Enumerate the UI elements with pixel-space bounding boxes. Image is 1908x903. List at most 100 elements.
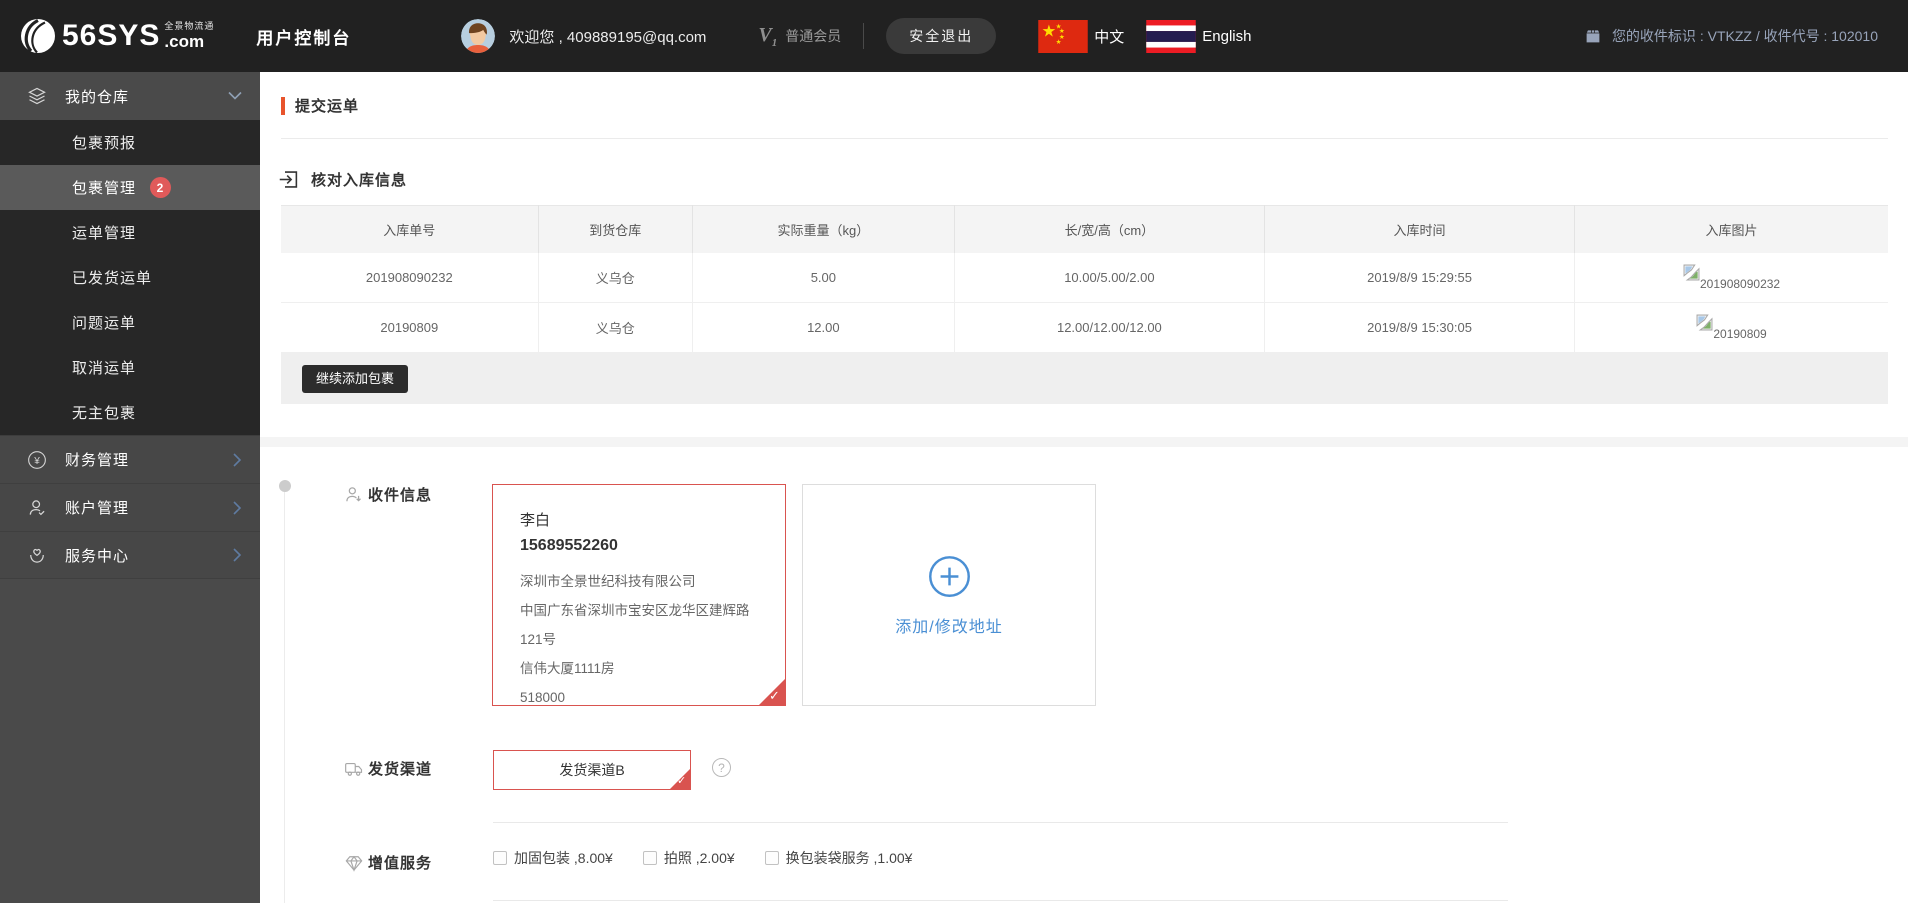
svg-text:★: ★ (1042, 22, 1057, 40)
heart-in-hands-icon (30, 548, 44, 563)
title-divider (281, 138, 1888, 139)
sidebar-item-my-warehouse[interactable]: 我的仓库 (0, 72, 260, 120)
checkbox[interactable] (493, 851, 507, 865)
parcel-box-icon (1585, 29, 1601, 44)
receiver-id-box: 您的收件标识 : VTKZZ / 收件代号 : 102010 (1584, 26, 1878, 46)
vip-level-icon: V1 (758, 23, 778, 49)
svg-text:★: ★ (1056, 38, 1062, 45)
chevron-right-icon (233, 548, 242, 562)
lang-english-label[interactable]: English (1202, 28, 1251, 45)
add-address-label: 添加/修改地址 (895, 618, 1003, 636)
table-footer-band: 继续添加包裹 (281, 353, 1888, 404)
channel-label-row: 发货渠道 (344, 758, 432, 779)
circle-plus-icon (928, 555, 970, 597)
cell-image: 20190809 (1574, 302, 1888, 353)
user-icon (29, 499, 45, 515)
brand-logo[interactable]: 56SYS 全景物流通 .com (20, 18, 214, 54)
welcome-text: 欢迎您 , 409889195@qq.com (509, 28, 707, 46)
table-row: 201908090232 义乌仓 5.00 10.00/5.00/2.00 20… (281, 252, 1888, 303)
main-content: 提交运单 核对入库信息 入库单号 到货仓库 实际重量（kg） 长/宽/高（cm）… (260, 72, 1908, 903)
recipient-info-label: 收件信息 (368, 487, 433, 504)
member-level-label: 普通会员 (785, 28, 842, 44)
continue-add-package-button[interactable]: 继续添加包裹 (302, 365, 409, 393)
recipient-name: 李白 (520, 512, 551, 529)
intake-table-wrap: 入库单号 到货仓库 实际重量（kg） 长/宽/高（cm） 入库时间 入库图片 2… (281, 205, 1888, 404)
sidebar-item-problem-waybills[interactable]: 问题运单 (0, 300, 260, 345)
yuan-icon: ¥ (28, 450, 46, 469)
chevron-right-icon (233, 452, 242, 467)
selected-check-corner: ✓ (669, 768, 691, 790)
intake-table: 入库单号 到货仓库 实际重量（kg） 长/宽/高（cm） 入库时间 入库图片 2… (281, 205, 1888, 353)
col-header-dimensions: 长/宽/高（cm） (954, 205, 1265, 253)
channel-divider (493, 822, 1508, 823)
image-alt-text[interactable]: 201908090232 (1700, 277, 1780, 291)
help-icon[interactable]: ? (712, 758, 731, 777)
chevron-down-icon (228, 91, 242, 100)
receiver-id-text: 您的收件标识 : VTKZZ / 收件代号 : 102010 (1611, 28, 1878, 44)
col-header-time: 入库时间 (1264, 205, 1576, 253)
brand-tld: .com (164, 32, 205, 51)
recipient-phone: 15689552260 (520, 537, 618, 554)
service-option-repack-bag[interactable]: 换包装袋服务 ,1.00¥ (764, 848, 912, 868)
gem-icon (345, 855, 363, 872)
broken-image-icon (1683, 264, 1700, 281)
cell-dimensions: 12.00/12.00/12.00 (954, 302, 1265, 353)
table-header-row: 入库单号 到货仓库 实际重量（kg） 长/宽/高（cm） 入库时间 入库图片 (281, 205, 1888, 253)
title-accent-bar (281, 96, 285, 115)
svg-text:¥: ¥ (33, 455, 40, 466)
service-option-reinforced-packaging[interactable]: 加固包装 ,8.00¥ (493, 848, 613, 868)
cell-warehouse: 义乌仓 (538, 302, 693, 353)
sidebar-item-service-center[interactable]: 服务中心 (0, 531, 260, 579)
services-divider (493, 900, 1508, 901)
sidebar-item-finance-management[interactable]: ¥ 财务管理 (0, 435, 260, 483)
table-row: 20190809 义乌仓 12.00 12.00/12.00/12.00 201… (281, 302, 1888, 353)
cell-warehouse: 义乌仓 (538, 252, 693, 303)
add-address-card[interactable]: 添加/修改地址 (802, 484, 1096, 706)
cell-weight: 12.00 (692, 302, 955, 353)
service-option-photo[interactable]: 拍照 ,2.00¥ (642, 848, 735, 868)
sidebar-item-package-management[interactable]: 包裹管理 2 (0, 165, 260, 210)
header-divider (863, 23, 865, 49)
recipient-address-line3: 信伟大厦1111房 (520, 661, 615, 676)
sidebar-item-shipped-waybills[interactable]: 已发货运单 (0, 255, 260, 300)
sidebar-item-cancelled-waybills[interactable]: 取消运单 (0, 345, 260, 390)
sidebar-item-account-management[interactable]: 账户管理 (0, 483, 260, 531)
logout-button[interactable]: 安全退出 (886, 18, 997, 54)
cell-time: 2019/8/9 15:29:55 (1264, 252, 1576, 303)
col-header-image: 入库图片 (1574, 205, 1888, 253)
channel-name: 发货渠道B (559, 762, 625, 778)
truck-icon (345, 762, 363, 776)
console-title: 用户控制台 (256, 28, 352, 48)
checkbox[interactable] (764, 851, 779, 865)
warehouse-submenu: 包裹预报 包裹管理 2 运单管理 已发货运单 问题运单 取消运单 无主包裹 (0, 120, 260, 435)
image-alt-text[interactable]: 20190809 (1713, 327, 1766, 341)
chevron-right-icon (233, 500, 242, 515)
lang-chinese-label[interactable]: 中文 (1094, 26, 1124, 47)
sidebar-item-label: 我的仓库 (65, 88, 130, 106)
col-header-warehouse: 到货仓库 (538, 205, 693, 253)
cell-time: 2019/8/9 15:30:05 (1264, 302, 1576, 353)
sidebar-item-unclaimed-packages[interactable]: 无主包裹 (0, 390, 260, 435)
checkin-section-title: 核对入库信息 (311, 172, 408, 189)
cell-weight: 5.00 (692, 252, 955, 303)
selected-address-card[interactable]: 李白 15689552260 深圳市全景世纪科技有限公司 中国广东省深圳市宝安区… (492, 484, 786, 706)
checkbox[interactable] (642, 851, 657, 865)
channel-label: 发货渠道 (368, 761, 433, 778)
selected-channel-button[interactable]: 发货渠道B ✓ (493, 750, 691, 790)
sidebar-item-package-forecast[interactable]: 包裹预报 (0, 120, 260, 165)
check-in-box-icon (279, 171, 298, 188)
top-header: 56SYS 全景物流通 .com 用户控制台 欢迎您 , 409889195@q… (0, 0, 1908, 72)
cell-order-no: 20190809 (281, 302, 539, 353)
user-avatar[interactable] (461, 19, 496, 53)
thailand-flag-icon[interactable] (1146, 19, 1197, 53)
stepper-line (284, 492, 285, 903)
recipient-zip: 518000 (520, 690, 566, 705)
col-header-order-no: 入库单号 (281, 205, 539, 253)
china-flag-icon[interactable]: ★ ★ ★ ★ ★ (1038, 19, 1089, 53)
sidebar-item-waybill-management[interactable]: 运单管理 (0, 210, 260, 255)
broken-image-icon (1696, 314, 1713, 331)
unread-count-badge: 2 (150, 177, 172, 198)
page-title-row: 提交运单 (281, 95, 359, 116)
layers-icon (28, 87, 46, 105)
cell-dimensions: 10.00/5.00/2.00 (954, 252, 1265, 303)
